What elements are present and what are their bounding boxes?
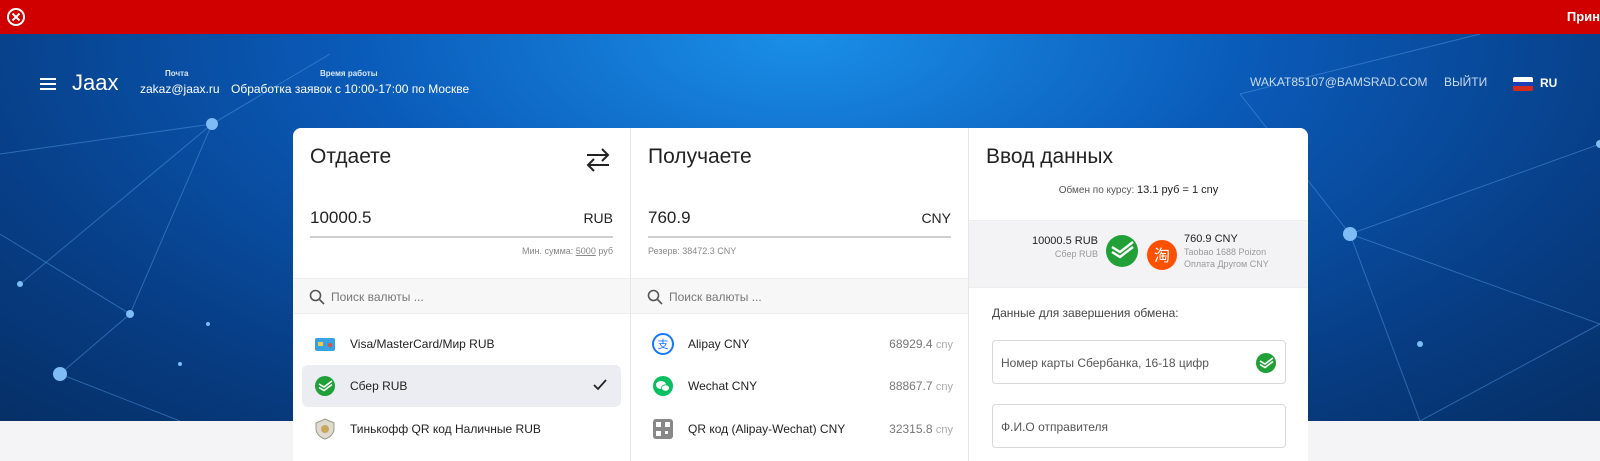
summary-give: 10000.5 RUB Сбер RUB [1031, 235, 1098, 259]
card-number-input[interactable] [1001, 353, 1241, 373]
close-circle-icon[interactable] [6, 7, 26, 27]
sber-icon [1256, 353, 1276, 373]
give-item-label: Visa/MasterCard/Мир RUB [350, 337, 495, 351]
get-item-wechat[interactable]: Wechat CNY 88867.7 cny [640, 365, 959, 407]
get-title: Получаете [648, 145, 752, 168]
email-label: Почта [165, 69, 189, 78]
get-item-label: QR код (Alipay-Wechat) CNY [688, 422, 846, 436]
give-search-input[interactable] [331, 286, 611, 308]
hours-value: Обработка заявок с 10:00-17:00 по Москве [231, 82, 470, 96]
alert-bar: Прин [0, 0, 1600, 34]
give-search-bar [293, 278, 630, 314]
give-item-visa[interactable]: Visa/MasterCard/Мир RUB [302, 323, 621, 365]
get-item-label: Wechat CNY [688, 379, 758, 393]
give-item-label: Сбер RUB [350, 379, 408, 393]
give-amount-underline [310, 236, 613, 238]
search-icon [309, 289, 325, 305]
give-item-tinkoff[interactable]: Тинькофф QR код Наличные RUB [302, 408, 621, 450]
swap-icon[interactable] [583, 146, 613, 174]
svg-text:淘: 淘 [1154, 246, 1170, 265]
get-item-reserve: 32315.8 cny [889, 422, 953, 436]
alert-text: Прин [1566, 9, 1600, 24]
exchange-summary: 10000.5 RUB Сбер RUB 淘 760.9 CNY Taobao … [969, 220, 1308, 288]
sender-name-input[interactable] [1001, 417, 1241, 437]
russia-flag-icon[interactable] [1513, 77, 1533, 91]
check-icon [593, 379, 607, 391]
get-item-label: Alipay CNY [688, 337, 750, 351]
menu-icon[interactable] [40, 78, 56, 90]
search-icon [647, 289, 663, 305]
get-item-reserve: 68929.4 cny [889, 337, 953, 351]
give-item-sber[interactable]: Сбер RUB [302, 365, 621, 407]
get-item-alipay[interactable]: 支 Alipay CNY 68929.4 cny [640, 323, 959, 365]
hours-label: Время работы [320, 69, 378, 78]
exchange-rate: Обмен по курсу: 13.1 руб = 1 cny [1058, 184, 1219, 196]
qr-icon [653, 419, 673, 439]
get-column: Получаете 760.9 CNY Резерв: 38472.3 CNY … [631, 128, 969, 461]
taobao-icon: 淘 [1147, 240, 1177, 270]
card-icon [315, 338, 335, 351]
give-currency: RUB [583, 210, 613, 226]
min-sum-note: Мин. сумма: 5000 руб [522, 246, 613, 256]
tinkoff-icon [315, 418, 335, 440]
details-title: Ввод данных [986, 145, 1113, 168]
get-item-qr[interactable]: QR код (Alipay-Wechat) CNY 32315.8 cny [640, 408, 959, 450]
language-selector[interactable]: RU [1540, 76, 1557, 90]
give-item-label: Тинькофф QR код Наличные RUB [350, 422, 541, 436]
reserve-note: Резерв: 38472.3 CNY [648, 246, 737, 256]
get-search-bar [631, 278, 968, 314]
details-column: Ввод данных Обмен по курсу: 13.1 руб = 1… [969, 128, 1308, 461]
brand-logo[interactable]: Jaax [72, 70, 118, 96]
site-header: Jaax Почта zakaz@jaax.ru Время работы Об… [0, 34, 1600, 124]
logout-link[interactable]: ВЫЙТИ [1444, 75, 1487, 89]
exchange-card: Отдаете 10000.5 RUB Мин. сумма: 5000 руб… [293, 128, 1308, 461]
email-value[interactable]: zakaz@jaax.ru [140, 82, 220, 96]
sender-name-field[interactable] [992, 404, 1286, 448]
get-amount-input[interactable]: 760.9 [648, 208, 691, 228]
give-title: Отдаете [310, 145, 392, 168]
alipay-icon: 支 [652, 333, 674, 355]
get-search-input[interactable] [669, 286, 949, 308]
min-sum-link[interactable]: 5000 [576, 246, 596, 256]
wechat-icon [653, 376, 673, 396]
give-column: Отдаете 10000.5 RUB Мин. сумма: 5000 руб… [293, 128, 631, 461]
get-amount-underline [648, 236, 951, 238]
get-currency: CNY [921, 210, 951, 226]
user-email-link[interactable]: WAKAT85107@BAMSRAD.COM [1250, 75, 1428, 89]
give-amount-input[interactable]: 10000.5 [310, 208, 371, 228]
svg-text:支: 支 [658, 338, 669, 351]
sber-icon [315, 376, 335, 396]
sber-icon [1106, 235, 1138, 267]
card-number-field[interactable] [992, 340, 1286, 384]
get-item-reserve: 88867.7 cny [889, 379, 953, 393]
finish-label: Данные для завершения обмена: [992, 306, 1179, 320]
summary-get: 760.9 CNY Taobao 1688 Poizon Оплата Друг… [1184, 233, 1269, 269]
